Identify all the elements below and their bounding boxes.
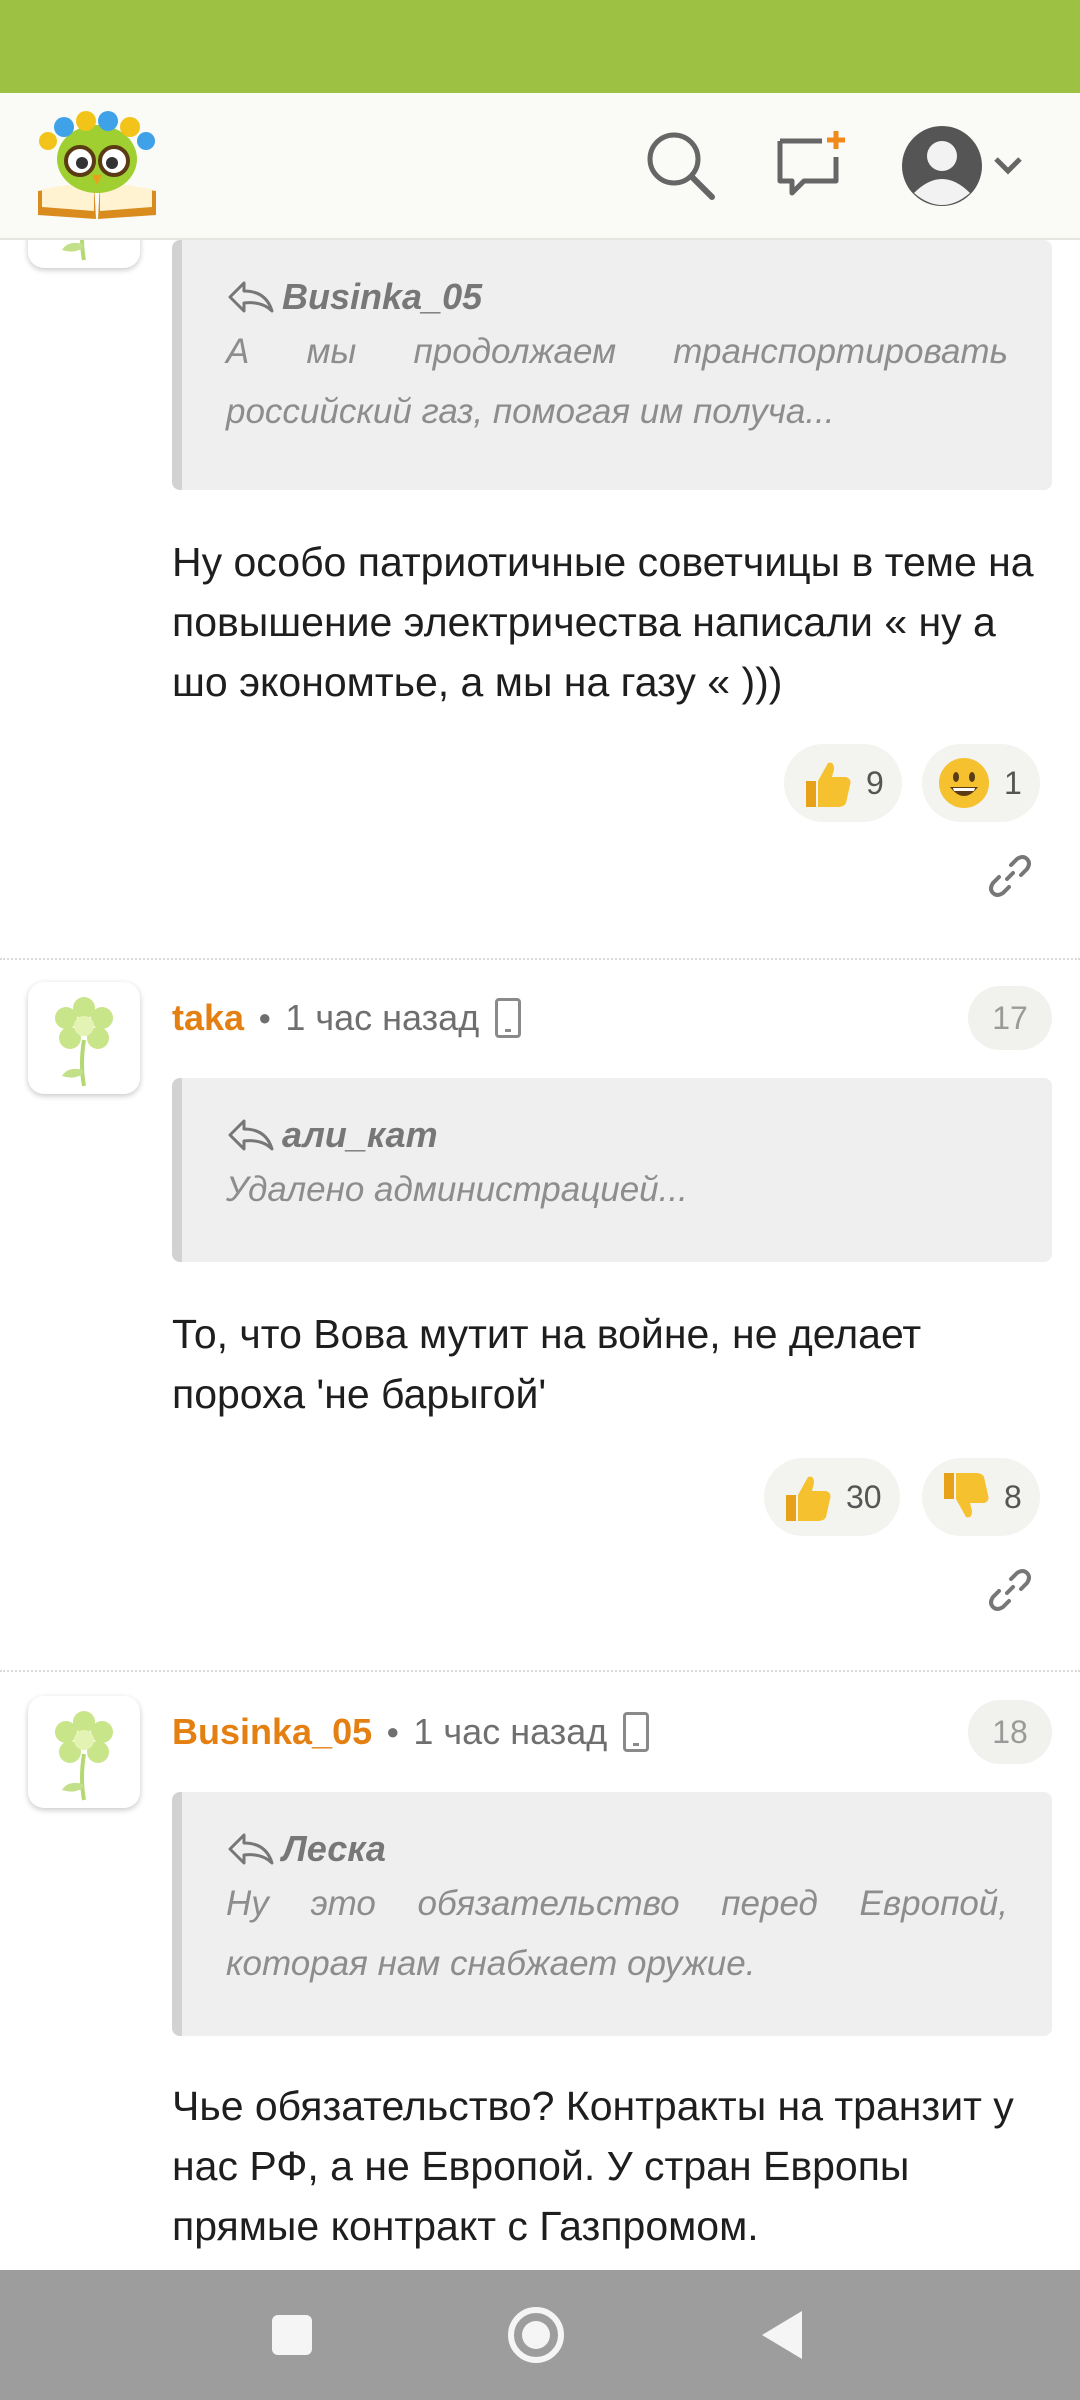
quote-author-name[interactable]: Businka_05 [282,276,482,318]
link-icon[interactable] [978,1558,1042,1622]
avatar[interactable] [28,1696,140,1808]
quote-author-name[interactable]: Леска [282,1828,386,1870]
reaction-like[interactable]: 30 [764,1458,900,1536]
quote-author: Businka_05 [226,272,1008,322]
avatar[interactable] [28,982,140,1094]
comment-meta: Businka_05 ● 1 час назад [172,1702,650,1762]
quote-text: А мы продолжаем транспортировать российс… [226,332,1008,431]
search-icon[interactable] [638,123,722,207]
link-icon[interactable] [978,844,1042,908]
timestamp: 1 час назад [413,1711,608,1752]
grinning-face-icon [936,755,992,811]
quote-block[interactable]: Businka_05 А мы продолжаем транспортиров… [172,240,1052,490]
timestamp: 1 час назад [285,997,480,1038]
username[interactable]: taka [172,997,244,1039]
system-navigation-bar [0,2270,1080,2400]
back-button[interactable] [752,2305,812,2365]
reaction-count: 8 [1004,1478,1022,1515]
thumbs-down-icon [936,1469,992,1525]
status-bar [0,0,1080,93]
new-message-icon[interactable] [770,123,854,207]
quote-block[interactable]: Леска Ну это обязательство перед Европой… [172,1792,1052,2036]
home-button[interactable] [506,2305,566,2365]
comment-divider [0,1670,1080,1672]
quote-text: Удалено администрацией... [226,1170,688,1209]
comment-number[interactable]: 17 [968,986,1052,1050]
mobile-device-icon [495,998,522,1038]
quote-block[interactable]: али_кат Удалено администрацией... [172,1078,1052,1262]
mobile-device-icon [623,1712,650,1752]
separator-dot: ● [258,1005,272,1030]
comment-number[interactable]: 18 [968,1700,1052,1764]
reply-arrow-icon [228,1833,274,1865]
user-menu-button[interactable] [900,121,1040,211]
reaction-dislike[interactable]: 8 [922,1458,1040,1536]
reaction-count: 9 [866,764,884,801]
comment-divider [0,958,1080,960]
comment-text: То, что Вова мутит на войне, не делает п… [172,1311,922,1417]
username[interactable]: Businka_05 [172,1711,372,1753]
quote-author: али_кат [226,1110,1008,1160]
quote-author-name[interactable]: али_кат [282,1114,438,1156]
thumbs-up-icon [778,1469,834,1525]
thumbs-up-icon [798,755,854,811]
separator-dot: ● [386,1719,400,1744]
chevron-down-icon [994,157,1022,175]
reply-arrow-icon [228,281,274,313]
reaction-like[interactable]: 9 [784,744,902,822]
reaction-count: 30 [846,1478,882,1515]
quote-text: Ну это обязательство перед Европой, кото… [226,1884,1008,1983]
reaction-laugh[interactable]: 1 [922,744,1040,822]
comment-text: Ну особо патриотичные советчицы в теме н… [172,539,1034,705]
comment-text: Чье обязательство? Контракты на транзит … [172,2083,1014,2249]
reaction-count: 1 [1004,764,1022,801]
site-logo[interactable] [34,111,160,223]
avatar[interactable] [28,240,140,268]
comment-meta: taka ● 1 час назад [172,988,522,1048]
user-avatar-icon [902,126,1022,206]
quote-author: Леска [226,1824,1008,1874]
comments-feed: Businka_05 А мы продолжаем транспортиров… [0,240,1080,2270]
recent-apps-button[interactable] [262,2305,322,2365]
reply-arrow-icon [228,1119,274,1151]
top-navigation [0,93,1080,240]
